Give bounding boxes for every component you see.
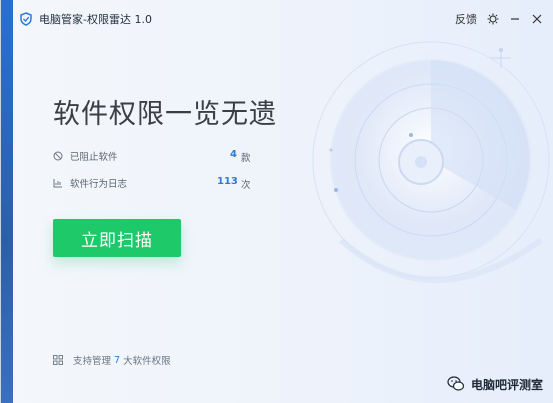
footer-info: 支持管理 7 大软件权限 xyxy=(53,353,171,367)
log-icon xyxy=(53,179,62,188)
title-bar: 电脑管家-权限雷达 1.0 反馈 xyxy=(13,8,553,30)
window-title: 电脑管家-权限雷达 1.0 xyxy=(39,13,152,26)
close-icon[interactable] xyxy=(531,13,543,25)
scan-now-button[interactable]: 立即扫描 xyxy=(53,219,181,257)
stat-blocked: 已阻止软件 xyxy=(53,149,118,163)
title-actions: 反馈 xyxy=(455,8,543,30)
watermark-text: 电脑吧评测室 xyxy=(470,377,543,392)
headline: 软件权限一览无遗 xyxy=(53,99,277,130)
footer-count: 7 xyxy=(114,354,121,366)
footer-suffix: 大软件权限 xyxy=(123,356,171,367)
wechat-icon xyxy=(447,376,465,391)
stat-value: 113 xyxy=(217,176,238,187)
stat-unit: 次 xyxy=(241,180,251,191)
stat-value: 4 xyxy=(230,149,237,160)
grid-icon xyxy=(53,355,63,365)
gear-icon[interactable] xyxy=(487,13,499,25)
footer-prefix: 支持管理 xyxy=(73,356,112,367)
watermark: 电脑吧评测室 xyxy=(447,375,543,393)
shield-logo-icon xyxy=(20,12,32,26)
app-window: 电脑管家-权限雷达 1.0 反馈 软件权限一览无遗 已阻止软件 4 款 软件行为… xyxy=(0,0,553,403)
stat-label: 软件行为日志 xyxy=(70,179,128,190)
block-icon xyxy=(53,151,63,161)
main-content: 软件权限一览无遗 xyxy=(53,92,277,131)
radar-illustration xyxy=(312,41,550,283)
feedback-link[interactable]: 反馈 xyxy=(455,11,477,27)
minimize-icon[interactable] xyxy=(509,13,521,25)
stat-label: 已阻止软件 xyxy=(70,152,118,163)
desktop-edge xyxy=(1,0,13,403)
stat-unit: 款 xyxy=(241,153,251,164)
stat-log: 软件行为日志 xyxy=(53,176,127,190)
